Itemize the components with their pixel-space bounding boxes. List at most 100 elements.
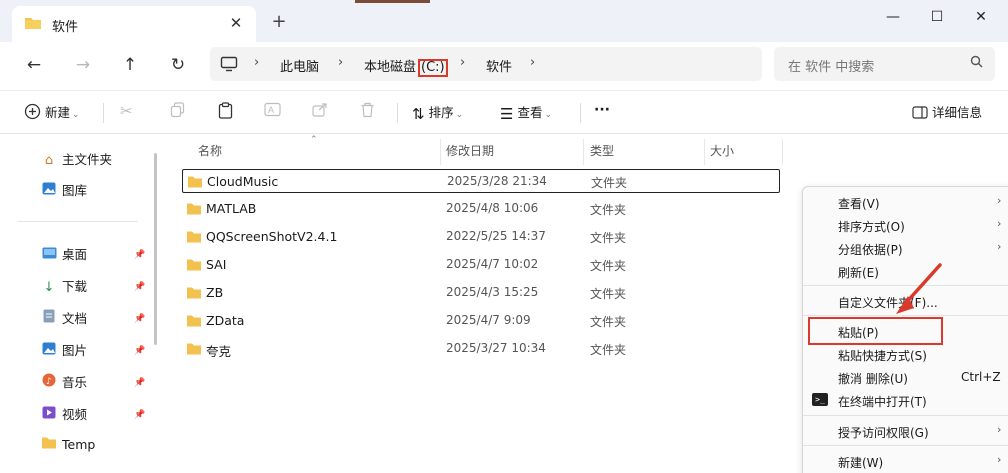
column-divider[interactable] xyxy=(782,139,783,165)
tab-software[interactable]: 软件 ✕ xyxy=(12,6,256,42)
menu-item-refresh[interactable]: 刷新(E) xyxy=(803,260,1008,282)
menu-item-undo-delete[interactable]: 撤消 删除(U) Ctrl+Z xyxy=(803,366,1008,388)
menu-item-view[interactable]: 查看(V) › xyxy=(803,191,1008,213)
pin-icon[interactable]: 📌 xyxy=(134,346,145,356)
minimize-button[interactable]: — xyxy=(870,4,916,30)
copy-button[interactable] xyxy=(170,102,185,124)
column-header-type[interactable]: 类型 xyxy=(590,142,614,159)
new-button[interactable]: 新建 ⌄ xyxy=(24,102,80,124)
sidebar-item-desktop[interactable]: 桌面 xyxy=(40,244,87,268)
sidebar-item-documents[interactable]: 文档 xyxy=(40,308,87,332)
menu-item-open-in-terminal[interactable]: >_ 在终端中打开(T) xyxy=(803,389,1008,411)
file-date: 2022/5/25 14:37 xyxy=(446,229,546,243)
menu-item-customize-folder[interactable]: 自定义文件夹(F)... xyxy=(803,290,1008,312)
pin-icon[interactable]: 📌 xyxy=(134,410,145,420)
pin-icon[interactable]: 📌 xyxy=(134,314,145,324)
forward-button[interactable]: → xyxy=(70,52,96,78)
sort-ascending-icon: ⌃ xyxy=(310,135,318,145)
more-options-button[interactable]: ··· xyxy=(594,102,610,124)
sidebar-item-label: 音乐 xyxy=(62,375,88,390)
breadcrumb-chevron[interactable]: › xyxy=(254,55,259,70)
file-date: 2025/3/27 10:34 xyxy=(446,341,546,355)
back-button[interactable]: ← xyxy=(21,52,47,78)
computer-icon xyxy=(220,56,238,75)
svg-text:♪: ♪ xyxy=(46,377,52,387)
file-name: ZB xyxy=(206,285,224,300)
breadcrumb-software[interactable]: 软件 xyxy=(486,56,512,75)
column-header-name[interactable]: 名称 xyxy=(198,142,222,159)
view-button[interactable]: ☰ 查看 ⌄ xyxy=(500,102,552,124)
menu-divider xyxy=(803,445,1008,446)
scissors-icon: ✂ xyxy=(120,102,133,120)
column-divider[interactable] xyxy=(704,139,705,165)
column-divider[interactable] xyxy=(440,139,441,165)
toolbar-divider xyxy=(103,103,104,123)
sidebar-item-pictures[interactable]: 图片 xyxy=(40,340,87,364)
paste-button[interactable] xyxy=(218,102,233,124)
sidebar-item-videos[interactable]: 视频 xyxy=(40,404,87,428)
sort-button[interactable]: ⇅ 排序 ⌄ xyxy=(412,102,463,124)
breadcrumb-chevron[interactable]: › xyxy=(460,55,465,70)
menu-divider xyxy=(803,285,1008,286)
pin-icon[interactable]: 📌 xyxy=(134,282,145,292)
column-header-size[interactable]: 大小 xyxy=(710,142,734,159)
tab-label: 软件 xyxy=(52,20,79,35)
file-row-zdata[interactable]: ZData 2025/4/7 9:09 文件夹 xyxy=(182,309,780,333)
breadcrumb-chevron[interactable]: › xyxy=(338,55,343,70)
menu-item-group-by[interactable]: 分组依据(P) › xyxy=(803,237,1008,259)
column-divider[interactable] xyxy=(583,139,584,165)
chevron-down-icon: ⌄ xyxy=(455,110,464,120)
cut-button[interactable]: ✂ xyxy=(120,102,133,124)
breadcrumb-local-disk[interactable]: 本地磁盘 (C:) xyxy=(364,56,448,77)
desktop-icon xyxy=(40,247,58,263)
new-tab-button[interactable]: + xyxy=(268,12,290,32)
search-box[interactable]: 在 软件 中搜索 xyxy=(774,47,995,81)
file-row-qqscreenshot[interactable]: QQScreenShotV2.4.1 2022/5/25 14:37 文件夹 xyxy=(182,225,780,249)
file-row-cloudmusic[interactable]: CloudMusic 2025/3/28 21:34 文件夹 xyxy=(182,169,780,193)
close-window-button[interactable]: ✕ xyxy=(958,4,1004,30)
column-header-date[interactable]: 修改日期 xyxy=(446,142,494,159)
pin-icon[interactable]: 📌 xyxy=(134,378,145,388)
folder-icon xyxy=(186,314,202,330)
sidebar-item-home[interactable]: ⌂ 主文件夹 xyxy=(40,149,112,173)
details-pane-button[interactable]: 详细信息 xyxy=(912,102,982,124)
sidebar-scrollbar[interactable] xyxy=(154,153,157,345)
document-icon xyxy=(40,309,58,327)
menu-item-give-access[interactable]: 授予访问权限(G) › xyxy=(803,420,1008,442)
folder-icon xyxy=(186,230,202,246)
menu-divider xyxy=(803,415,1008,416)
file-date: 2025/4/7 9:09 xyxy=(446,313,531,327)
toolbar-divider xyxy=(397,103,398,123)
drive-letter-highlight: (C:) xyxy=(418,59,448,77)
view-lines-icon: ☰ xyxy=(500,104,514,123)
menu-item-paste-shortcut[interactable]: 粘贴快捷方式(S) xyxy=(803,343,1008,365)
maximize-button[interactable]: ☐ xyxy=(914,4,960,30)
breadcrumb-this-pc[interactable]: 此电脑 xyxy=(280,56,319,75)
up-button[interactable]: ↑ xyxy=(117,52,143,78)
menu-item-sort-by[interactable]: 排序方式(O) › xyxy=(803,214,1008,236)
menu-item-new[interactable]: 新建(W) › xyxy=(803,450,1008,472)
file-row-zb[interactable]: ZB 2025/4/3 15:25 文件夹 xyxy=(182,281,780,305)
address-bar[interactable]: › 此电脑 › 本地磁盘 (C:) › 软件 › xyxy=(210,47,762,81)
file-date: 2025/3/28 21:34 xyxy=(447,174,547,188)
file-list: ⌃ 名称 修改日期 类型 大小 CloudMusic 2025/3/28 21:… xyxy=(160,135,800,473)
refresh-button[interactable]: ↻ xyxy=(165,52,191,78)
sidebar-item-gallery[interactable]: 图库 xyxy=(40,180,87,204)
close-tab-icon[interactable]: ✕ xyxy=(226,13,246,33)
menu-item-label: 自定义文件夹(F)... xyxy=(838,296,938,310)
rename-button[interactable]: A xyxy=(264,102,281,124)
share-button[interactable] xyxy=(312,102,328,124)
menu-item-label: 分组依据(P) xyxy=(838,243,903,257)
pin-icon[interactable]: 📌 xyxy=(134,250,145,260)
sidebar-item-temp[interactable]: Temp xyxy=(40,436,95,460)
folder-icon xyxy=(186,258,202,274)
breadcrumb-chevron[interactable]: › xyxy=(530,55,535,70)
sidebar-item-downloads[interactable]: ↓ 下载 xyxy=(40,276,87,300)
file-row-quark[interactable]: 夸克 2025/3/27 10:34 文件夹 xyxy=(182,337,780,361)
delete-button[interactable] xyxy=(360,102,375,124)
sidebar-item-music[interactable]: ♪ 音乐 xyxy=(40,372,87,396)
chevron-down-icon: ⌄ xyxy=(544,110,552,120)
file-type: 文件夹 xyxy=(590,315,627,329)
file-row-matlab[interactable]: MATLAB 2025/4/8 10:06 文件夹 xyxy=(182,197,780,221)
file-row-sai[interactable]: SAI 2025/4/7 10:02 文件夹 xyxy=(182,253,780,277)
